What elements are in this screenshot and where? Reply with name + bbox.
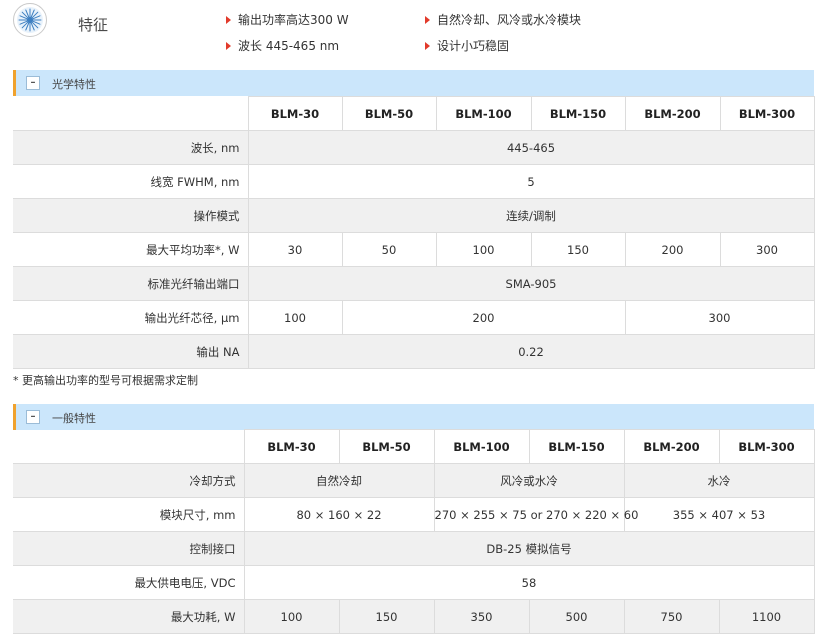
row-label: 模块尺寸, mm [13, 497, 245, 532]
model-header: BLM-100 [435, 96, 532, 131]
table-row: 输出 NA 0.22 [13, 334, 815, 369]
row-label: 标准光纤输出端口 [13, 266, 249, 301]
red-triangle-icon [226, 16, 231, 24]
table-cell: 200 [624, 232, 721, 267]
row-label: 输出光纤芯径, μm [13, 300, 249, 335]
table-header-row: BLM-30 BLM-50 BLM-100 BLM-150 BLM-200 BL… [13, 429, 815, 464]
blank-header-cell [13, 429, 245, 464]
row-label: 线宽 FWHM, nm [13, 164, 249, 199]
model-header: BLM-30 [247, 96, 343, 131]
table-cell: 连续/调制 [247, 198, 815, 233]
table-cell: 750 [623, 599, 720, 634]
laser-burst-icon [13, 3, 47, 37]
row-label: 输出 NA [13, 334, 249, 369]
feature-item: 输出功率高达300 W [226, 11, 349, 28]
general-spec-table: BLM-30 BLM-50 BLM-100 BLM-150 BLM-200 BL… [13, 429, 815, 634]
table-cell: 300 [719, 232, 815, 267]
table-row: 标准光纤输出端口 SMA-905 [13, 266, 815, 301]
table-row: 波长, nm 445-465 [13, 130, 815, 165]
table-row: 模块尺寸, mm 80 × 160 × 22 270 × 255 × 75 or… [13, 497, 815, 532]
model-header: BLM-50 [338, 429, 435, 464]
row-label: 最大平均功率*, W [13, 232, 249, 267]
features-header: 特征 输出功率高达300 W 自然冷却、风冷或水冷模块 波长 445-465 n… [0, 0, 836, 60]
table-cell: 80 × 160 × 22 [243, 497, 435, 532]
collapse-minus-icon[interactable]: – [26, 76, 40, 90]
table-cell: 150 [338, 599, 435, 634]
table-cell: 风冷或水冷 [433, 463, 625, 498]
model-header: BLM-150 [530, 96, 626, 131]
table-cell: 30 [247, 232, 343, 267]
feature-item: 设计小巧稳固 [425, 37, 509, 54]
red-triangle-icon [425, 42, 430, 50]
table-cell: 200 [341, 300, 626, 335]
table-cell: SMA-905 [247, 266, 815, 301]
model-header: BLM-200 [624, 96, 721, 131]
model-header: BLM-300 [718, 429, 815, 464]
feature-item: 波长 445-465 nm [226, 37, 339, 54]
table-row: 最大功耗, W 100 150 350 500 750 1100 [13, 599, 815, 634]
table-cell: DB-25 模拟信号 [243, 531, 815, 566]
table-cell: 350 [433, 599, 530, 634]
optical-spec-table: BLM-30 BLM-50 BLM-100 BLM-150 BLM-200 BL… [13, 96, 815, 369]
collapse-minus-icon[interactable]: – [26, 410, 40, 424]
table-cell: 150 [530, 232, 626, 267]
row-label: 最大供电电压, VDC [13, 565, 245, 600]
footnote: * 更高输出功率的型号可根据需求定制 [13, 374, 198, 387]
feature-item: 自然冷却、风冷或水冷模块 [425, 11, 581, 28]
table-cell: 1100 [718, 599, 815, 634]
table-cell: 50 [341, 232, 437, 267]
table-row: 最大平均功率*, W 30 50 100 150 200 300 [13, 232, 815, 267]
table-cell: 355 × 407 × 53 [623, 497, 815, 532]
table-cell: 水冷 [623, 463, 815, 498]
table-cell: 445-465 [247, 130, 815, 165]
table-row: 最大供电电压, VDC 58 [13, 565, 815, 600]
table-cell: 自然冷却 [243, 463, 435, 498]
model-header: BLM-150 [528, 429, 625, 464]
model-header: BLM-30 [243, 429, 340, 464]
table-cell: 0.22 [247, 334, 815, 369]
section-title: 光学特性 [52, 78, 96, 91]
model-header: BLM-50 [341, 96, 437, 131]
model-header: BLM-100 [433, 429, 530, 464]
section-header-optical[interactable]: – 光学特性 [13, 70, 814, 96]
features-title: 特征 [78, 16, 109, 34]
blank-header-cell [13, 96, 249, 131]
model-header: BLM-200 [623, 429, 720, 464]
red-triangle-icon [425, 16, 430, 24]
row-label: 最大功耗, W [13, 599, 245, 634]
table-row: 操作模式 连续/调制 [13, 198, 815, 233]
table-cell: 270 × 255 × 75 or 270 × 220 × 60 [433, 497, 638, 532]
table-cell: 100 [247, 300, 343, 335]
table-row: 控制接口 DB-25 模拟信号 [13, 531, 815, 566]
section-title: 一般特性 [52, 412, 96, 425]
table-row: 线宽 FWHM, nm 5 [13, 164, 815, 199]
table-cell: 100 [435, 232, 532, 267]
table-header-row: BLM-30 BLM-50 BLM-100 BLM-150 BLM-200 BL… [13, 96, 815, 131]
table-cell: 58 [243, 565, 815, 600]
model-header: BLM-300 [719, 96, 815, 131]
row-label: 冷却方式 [13, 463, 245, 498]
table-cell: 100 [243, 599, 340, 634]
row-label: 波长, nm [13, 130, 249, 165]
section-header-general[interactable]: – 一般特性 [13, 404, 814, 430]
red-triangle-icon [226, 42, 231, 50]
row-label: 控制接口 [13, 531, 245, 566]
table-row: 输出光纤芯径, μm 100 200 300 [13, 300, 815, 335]
table-cell: 500 [528, 599, 625, 634]
table-cell: 300 [624, 300, 815, 335]
table-cell: 5 [247, 164, 815, 199]
row-label: 操作模式 [13, 198, 249, 233]
table-row: 冷却方式 自然冷却 风冷或水冷 水冷 [13, 463, 815, 498]
